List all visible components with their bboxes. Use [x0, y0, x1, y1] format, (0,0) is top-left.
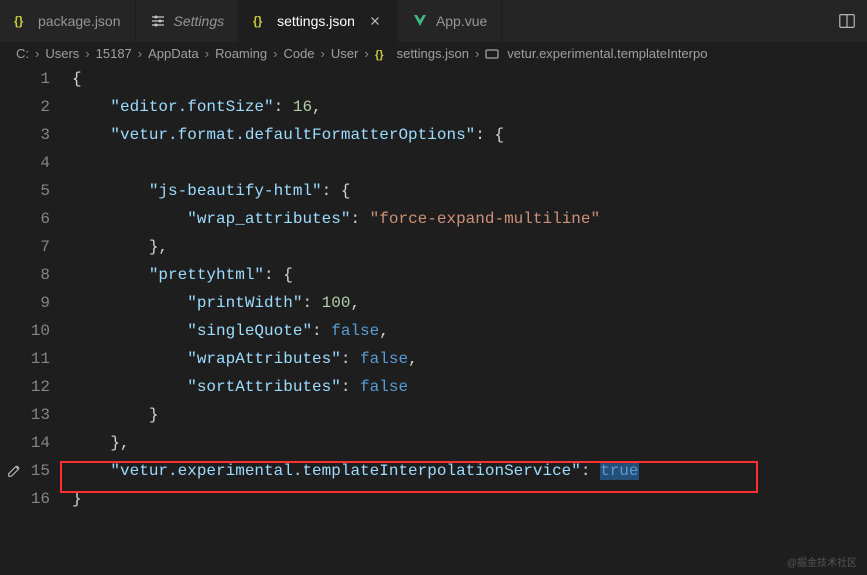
code-line[interactable]: } — [72, 485, 867, 513]
breadcrumb[interactable]: C: › Users › 15187 › AppData › Roaming › Code… — [0, 42, 867, 65]
code-line[interactable]: "printWidth": 100, — [72, 289, 867, 317]
code-line[interactable]: }, — [72, 429, 867, 457]
line-number: 5 — [0, 177, 50, 205]
code-area[interactable]: { "editor.fontSize": 16, "vetur.format.d… — [72, 65, 867, 513]
code-line[interactable]: "vetur.format.defaultFormatterOptions": … — [72, 121, 867, 149]
line-number: 11 — [0, 345, 50, 373]
code-line[interactable]: "wrapAttributes": false, — [72, 345, 867, 373]
symbol-icon — [485, 47, 499, 61]
line-number: 12 — [0, 373, 50, 401]
tab-settings-json[interactable]: {} settings.json — [239, 0, 398, 42]
tab-settings[interactable]: Settings — [136, 0, 240, 42]
chevron-right-icon: › — [35, 46, 39, 61]
tab-actions — [827, 0, 867, 42]
close-icon[interactable] — [367, 13, 383, 29]
line-number: 3 — [0, 121, 50, 149]
code-line[interactable]: "vetur.experimental.templateInterpolatio… — [72, 457, 867, 485]
breadcrumb-segment[interactable]: AppData — [148, 46, 199, 61]
line-number: 1 — [0, 65, 50, 93]
line-number: 8 — [0, 261, 50, 289]
code-line[interactable]: "wrap_attributes": "force-expand-multili… — [72, 205, 867, 233]
breadcrumb-segment[interactable]: User — [331, 46, 358, 61]
svg-text:{}: {} — [14, 14, 24, 28]
chevron-right-icon: › — [205, 46, 209, 61]
pencil-icon — [6, 463, 22, 479]
breadcrumb-segment[interactable]: Roaming — [215, 46, 267, 61]
breadcrumb-segment[interactable]: 15187 — [96, 46, 132, 61]
code-line[interactable] — [72, 149, 867, 177]
tab-bar: {} package.json Settings {} settings.jso… — [0, 0, 867, 42]
chevron-right-icon: › — [138, 46, 142, 61]
line-number: 9 — [0, 289, 50, 317]
line-number: 14 — [0, 429, 50, 457]
line-number: 16 — [0, 485, 50, 513]
watermark: @掘金技术社区 — [787, 554, 857, 569]
line-number: 2 — [0, 93, 50, 121]
svg-text:{}: {} — [253, 14, 263, 28]
code-line[interactable]: "js-beautify-html": { — [72, 177, 867, 205]
code-line[interactable]: }, — [72, 233, 867, 261]
tab-app-vue[interactable]: App.vue — [398, 0, 502, 42]
json-icon: {} — [375, 47, 389, 61]
svg-text:{}: {} — [375, 49, 384, 61]
code-line[interactable]: "sortAttributes": false — [72, 373, 867, 401]
code-line[interactable]: "singleQuote": false, — [72, 317, 867, 345]
json-icon: {} — [14, 13, 30, 29]
code-line[interactable]: } — [72, 401, 867, 429]
line-number: 15 — [0, 457, 50, 485]
breadcrumb-symbol[interactable]: vetur.experimental.templateInterpo — [507, 46, 707, 61]
line-gutter: 12345678910111213141516 — [0, 65, 72, 513]
split-editor-icon[interactable] — [837, 11, 857, 31]
line-number: 13 — [0, 401, 50, 429]
chevron-right-icon: › — [321, 46, 325, 61]
json-icon: {} — [253, 13, 269, 29]
tab-package-json[interactable]: {} package.json — [0, 0, 136, 42]
line-number: 10 — [0, 317, 50, 345]
code-line[interactable]: "editor.fontSize": 16, — [72, 93, 867, 121]
breadcrumb-file[interactable]: settings.json — [397, 46, 469, 61]
line-number: 4 — [0, 149, 50, 177]
line-number: 6 — [0, 205, 50, 233]
tab-label: App.vue — [436, 13, 487, 29]
chevron-right-icon: › — [273, 46, 277, 61]
code-line[interactable]: { — [72, 65, 867, 93]
chevron-right-icon: › — [364, 46, 368, 61]
chevron-right-icon: › — [475, 46, 479, 61]
breadcrumb-segment[interactable]: Users — [45, 46, 79, 61]
chevron-right-icon: › — [85, 46, 89, 61]
editor[interactable]: 12345678910111213141516 { "editor.fontSi… — [0, 65, 867, 513]
line-number: 7 — [0, 233, 50, 261]
breadcrumb-segment[interactable]: Code — [283, 46, 314, 61]
breadcrumb-segment[interactable]: C: — [16, 46, 29, 61]
tab-label: Settings — [174, 13, 225, 29]
vue-icon — [412, 13, 428, 29]
code-line[interactable]: "prettyhtml": { — [72, 261, 867, 289]
tab-label: package.json — [38, 13, 121, 29]
tab-label: settings.json — [277, 13, 355, 29]
settings-icon — [150, 13, 166, 29]
